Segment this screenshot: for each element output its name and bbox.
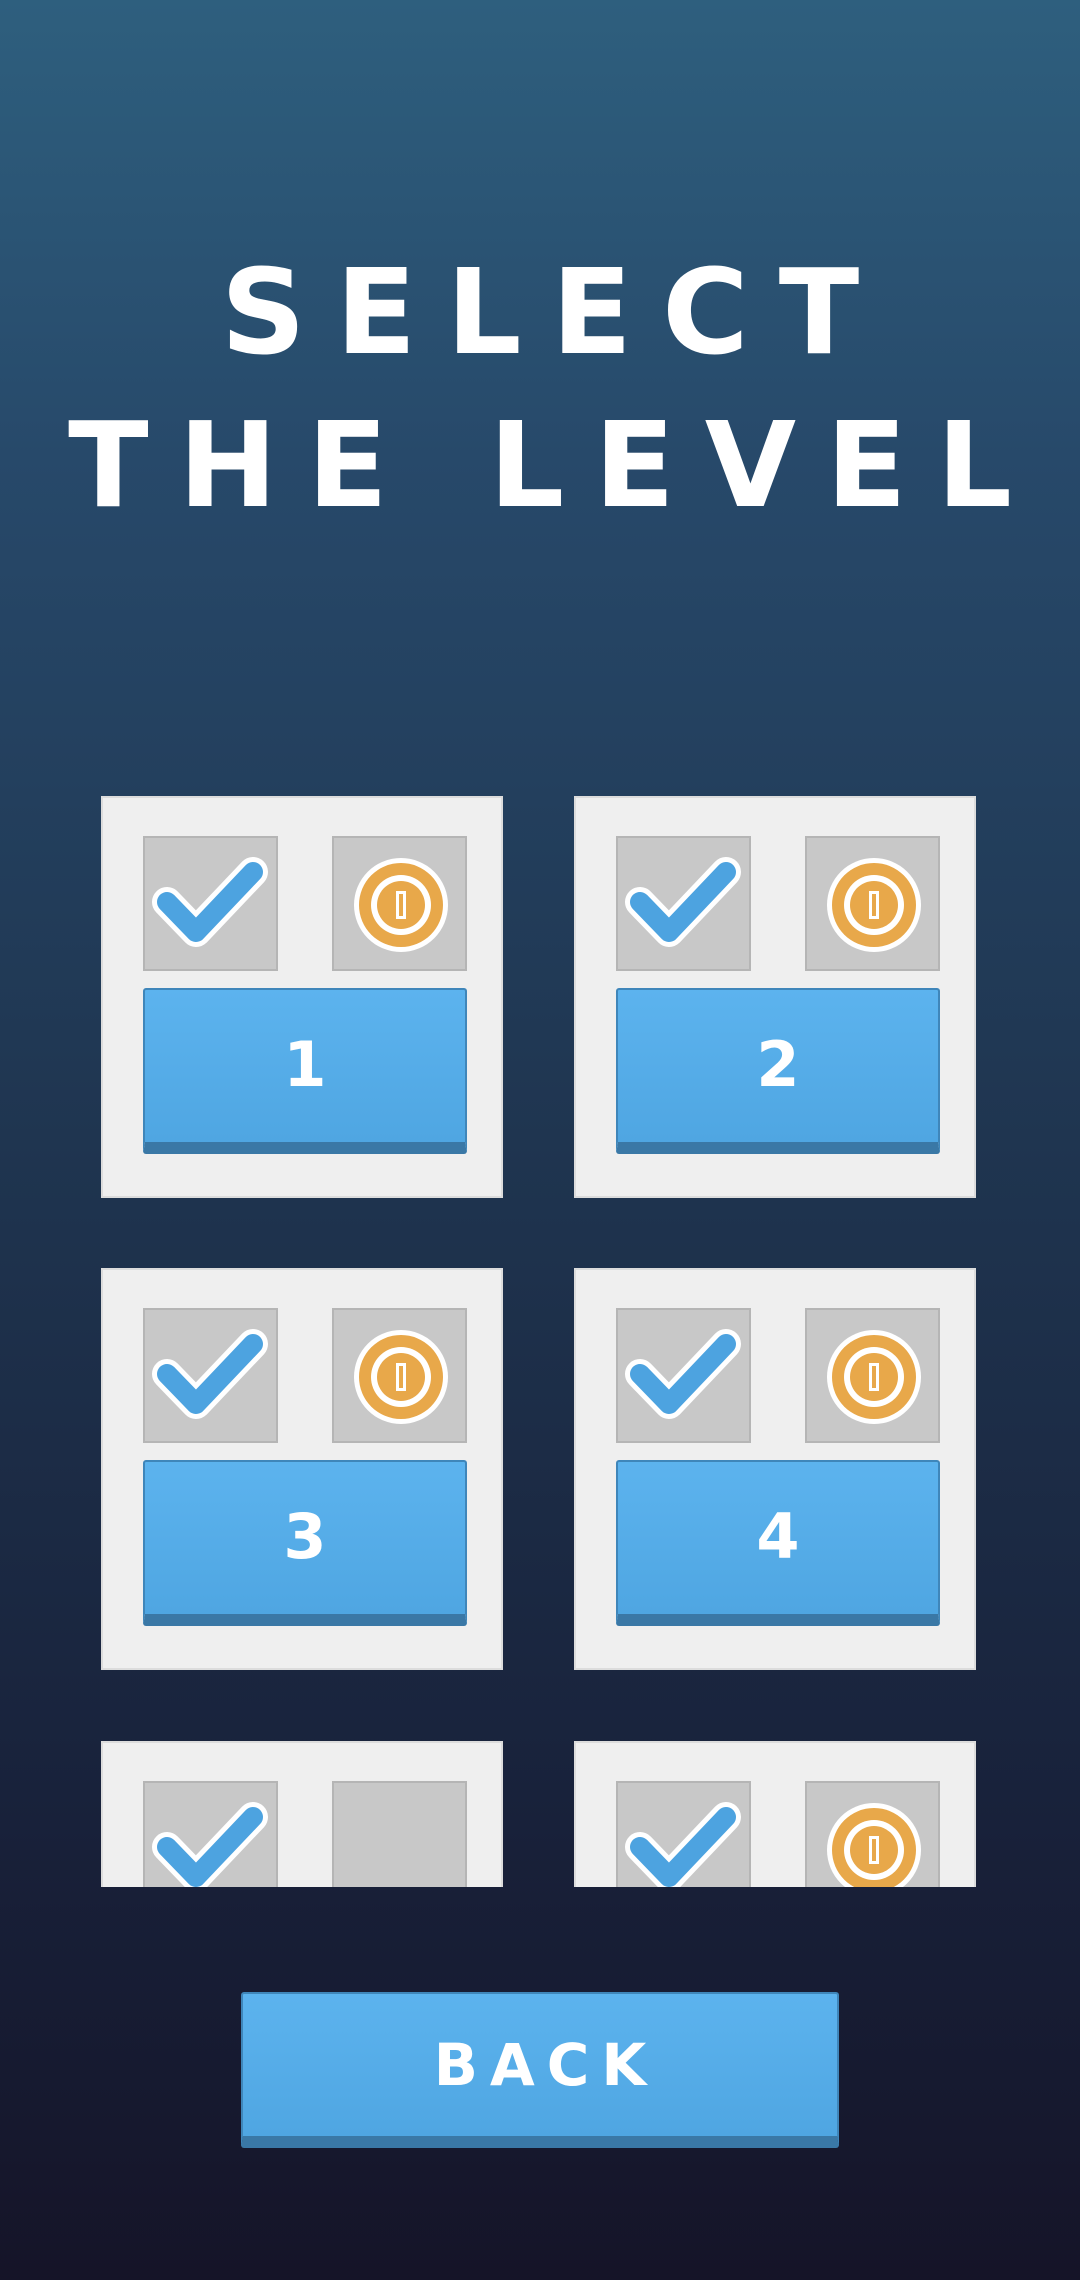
completed-slot (143, 1781, 278, 1887)
completed-slot (143, 836, 278, 971)
title-line-2: THE LEVEL (68, 396, 1042, 534)
level-button-3[interactable]: 3 (143, 1460, 467, 1626)
coin-slot (805, 1308, 940, 1443)
level-card-5: 5 (101, 1741, 503, 1887)
completed-slot (616, 1308, 751, 1443)
checkmark-icon (152, 857, 268, 947)
coin-icon (827, 1330, 921, 1424)
completed-slot (616, 1781, 751, 1887)
level-card-1: 1 (101, 796, 503, 1198)
level-grid[interactable]: 1 2 3 4 (0, 796, 1080, 1887)
checkmark-icon (625, 1329, 741, 1419)
checkmark-icon (152, 1802, 268, 1887)
coin-slot-empty (332, 1781, 467, 1887)
coin-icon (827, 858, 921, 952)
coin-slot (805, 836, 940, 971)
completed-slot (616, 836, 751, 971)
level-card-3: 3 (101, 1268, 503, 1670)
checkmark-icon (152, 1329, 268, 1419)
coin-icon (354, 858, 448, 952)
level-card-4: 4 (574, 1268, 976, 1670)
completed-slot (143, 1308, 278, 1443)
coin-slot (332, 836, 467, 971)
level-button-2[interactable]: 2 (616, 988, 940, 1154)
coin-icon (827, 1803, 921, 1887)
level-card-2: 2 (574, 796, 976, 1198)
back-button[interactable]: BACK (241, 1992, 839, 2148)
coin-slot (805, 1781, 940, 1887)
checkmark-icon (625, 857, 741, 947)
checkmark-icon (625, 1802, 741, 1887)
level-button-1[interactable]: 1 (143, 988, 467, 1154)
title-line-1: SELECT (220, 243, 890, 381)
level-card-6: 6 (574, 1741, 976, 1887)
coin-icon (354, 1330, 448, 1424)
coin-slot (332, 1308, 467, 1443)
level-button-4[interactable]: 4 (616, 1460, 940, 1626)
